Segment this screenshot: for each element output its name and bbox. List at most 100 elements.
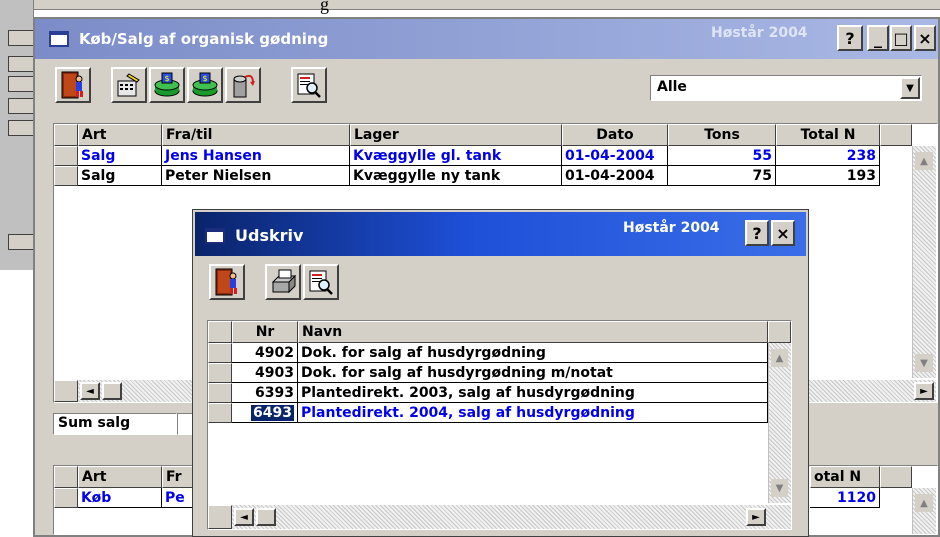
- background-tab[interactable]: [8, 120, 34, 136]
- print-button[interactable]: [265, 264, 301, 300]
- row-selector[interactable]: [208, 343, 232, 363]
- report-nr[interactable]: 4902: [232, 343, 298, 363]
- row-selector[interactable]: [208, 403, 232, 423]
- report-list: Nr Navn 4902 Dok. for salg af husdyrgødn…: [207, 320, 792, 530]
- close-button[interactable]: ×: [914, 25, 936, 51]
- background-tab[interactable]: [8, 56, 34, 72]
- background-tab[interactable]: [8, 76, 34, 92]
- row-selector[interactable]: [54, 488, 78, 508]
- storage-undo-button[interactable]: [225, 67, 261, 103]
- table-cell-tons[interactable]: 75: [668, 166, 776, 186]
- row-selector[interactable]: [208, 363, 232, 383]
- background-window-text: g: [320, 0, 329, 14]
- background-window-toolbar: g: [0, 0, 940, 14]
- money-tank-icon: $: [192, 72, 218, 97]
- purchase-money-button[interactable]: $: [187, 67, 223, 103]
- report-edit-button[interactable]: [111, 67, 147, 103]
- minimize-button[interactable]: _: [867, 25, 889, 51]
- column-header-total-n[interactable]: Total N: [776, 124, 880, 146]
- vertical-scrollbar[interactable]: ▲: [912, 488, 936, 534]
- chevron-down-icon[interactable]: ▼: [900, 77, 920, 99]
- table-cell-total-n[interactable]: 193: [776, 166, 880, 186]
- preview-button[interactable]: [303, 264, 339, 300]
- table-cell-dato[interactable]: 01-04-2004: [562, 166, 668, 186]
- main-titlebar[interactable]: Køb/Salg af organisk gødning Høstår 2004…: [35, 19, 938, 59]
- scroll-thumb[interactable]: [256, 508, 276, 526]
- close-icon: ×: [776, 223, 790, 243]
- scroll-right-icon[interactable]: ►: [914, 382, 934, 400]
- column-header-fra-til[interactable]: Fra/til: [162, 124, 350, 146]
- background-tab[interactable]: [8, 234, 34, 250]
- scroll-right-icon[interactable]: ►: [746, 508, 766, 526]
- column-header-tons[interactable]: Tons: [668, 124, 776, 146]
- horizontal-scrollbar[interactable]: ◄ ►: [208, 505, 791, 529]
- maximize-button[interactable]: □: [890, 25, 912, 51]
- report-nr[interactable]: 6393: [232, 383, 298, 403]
- help-icon: ?: [752, 223, 762, 243]
- dialog-titlebar[interactable]: Udskriv Høstår 2004 ? ×: [195, 212, 806, 256]
- row-selector[interactable]: [208, 383, 232, 403]
- help-button[interactable]: ?: [837, 25, 863, 51]
- scroll-up-icon[interactable]: ▲: [915, 152, 933, 170]
- report-name[interactable]: Plantedirekt. 2003, salg af husdyrgødnin…: [298, 383, 768, 403]
- scroll-left-icon[interactable]: ◄: [234, 508, 254, 526]
- report-nr-selected[interactable]: 6493: [232, 403, 298, 423]
- scroll-up-icon[interactable]: ▲: [915, 494, 933, 512]
- column-header-empty: [880, 124, 912, 146]
- table-cell-fra-til[interactable]: Jens Hansen: [162, 146, 350, 166]
- column-header-art[interactable]: Art: [78, 466, 162, 488]
- table-cell-art[interactable]: Salg: [78, 166, 162, 186]
- table-cell-fra-til[interactable]: Peter Nielsen: [162, 166, 350, 186]
- sale-money-button[interactable]: $: [149, 67, 185, 103]
- scroll-down-icon[interactable]: ▼: [915, 354, 933, 372]
- table-cell-total-n[interactable]: 238: [776, 146, 880, 166]
- minimize-icon: _: [874, 28, 882, 48]
- scroll-up-icon[interactable]: ▲: [771, 349, 788, 367]
- column-header-navn[interactable]: Navn: [298, 321, 768, 343]
- exit-button[interactable]: [209, 264, 245, 300]
- column-header-lager[interactable]: Lager: [350, 124, 562, 146]
- row-selector[interactable]: [54, 166, 78, 186]
- preview-button[interactable]: [291, 67, 327, 103]
- column-header-total-n[interactable]: otal N: [810, 466, 880, 488]
- table-cell-dato[interactable]: 01-04-2004: [562, 146, 668, 166]
- report-name[interactable]: Dok. for salg af husdyrgødning: [298, 343, 768, 363]
- help-button[interactable]: ?: [745, 220, 769, 246]
- scroll-down-icon[interactable]: ▼: [771, 479, 788, 497]
- sum-sales-label: Sum salg: [53, 413, 177, 435]
- column-header-art[interactable]: Art: [78, 124, 162, 146]
- scroll-left-icon[interactable]: ◄: [80, 382, 100, 400]
- scroll-thumb[interactable]: [102, 382, 122, 400]
- table-cell-lager[interactable]: Kvæggylle ny tank: [350, 166, 562, 186]
- main-year-label: Høstår 2004: [711, 25, 808, 41]
- window-icon: [49, 31, 69, 47]
- exit-button[interactable]: [55, 67, 91, 103]
- vertical-scrollbar[interactable]: ▲ ▼: [912, 146, 936, 378]
- column-header-dato[interactable]: Dato: [562, 124, 668, 146]
- report-name-selected[interactable]: Plantedirekt. 2004, salg af husdyrgødnin…: [298, 403, 768, 423]
- close-button[interactable]: ×: [771, 220, 795, 246]
- report-nr[interactable]: 4903: [232, 363, 298, 383]
- column-header-nr[interactable]: Nr: [232, 321, 298, 343]
- table-cell-art[interactable]: Køb: [78, 488, 162, 508]
- table-cell-total-n[interactable]: 1120: [810, 488, 880, 508]
- calculator-edit-icon: [117, 73, 140, 97]
- report-name[interactable]: Dok. for salg af husdyrgødning m/notat: [298, 363, 768, 383]
- door-exit-icon: [215, 268, 237, 296]
- filter-select[interactable]: Alle ▼: [650, 75, 922, 101]
- vertical-scrollbar[interactable]: ▲ ▼: [768, 343, 791, 503]
- background-tab[interactable]: [8, 30, 34, 46]
- background-tab[interactable]: [8, 98, 34, 114]
- svg-text:$: $: [202, 74, 207, 83]
- grid-corner: [54, 466, 78, 488]
- money-tank-icon: $: [154, 72, 180, 97]
- table-cell-tons[interactable]: 55: [668, 146, 776, 166]
- print-preview-icon: [309, 270, 333, 295]
- scroll-corner: [208, 505, 232, 529]
- row-selector[interactable]: [54, 146, 78, 166]
- main-window-title: Køb/Salg af organisk gødning: [79, 30, 329, 48]
- table-cell-lager[interactable]: Kvæggylle gl. tank: [350, 146, 562, 166]
- dialog-title: Udskriv: [235, 226, 304, 245]
- background-window: [0, 0, 34, 270]
- table-cell-art[interactable]: Salg: [78, 146, 162, 166]
